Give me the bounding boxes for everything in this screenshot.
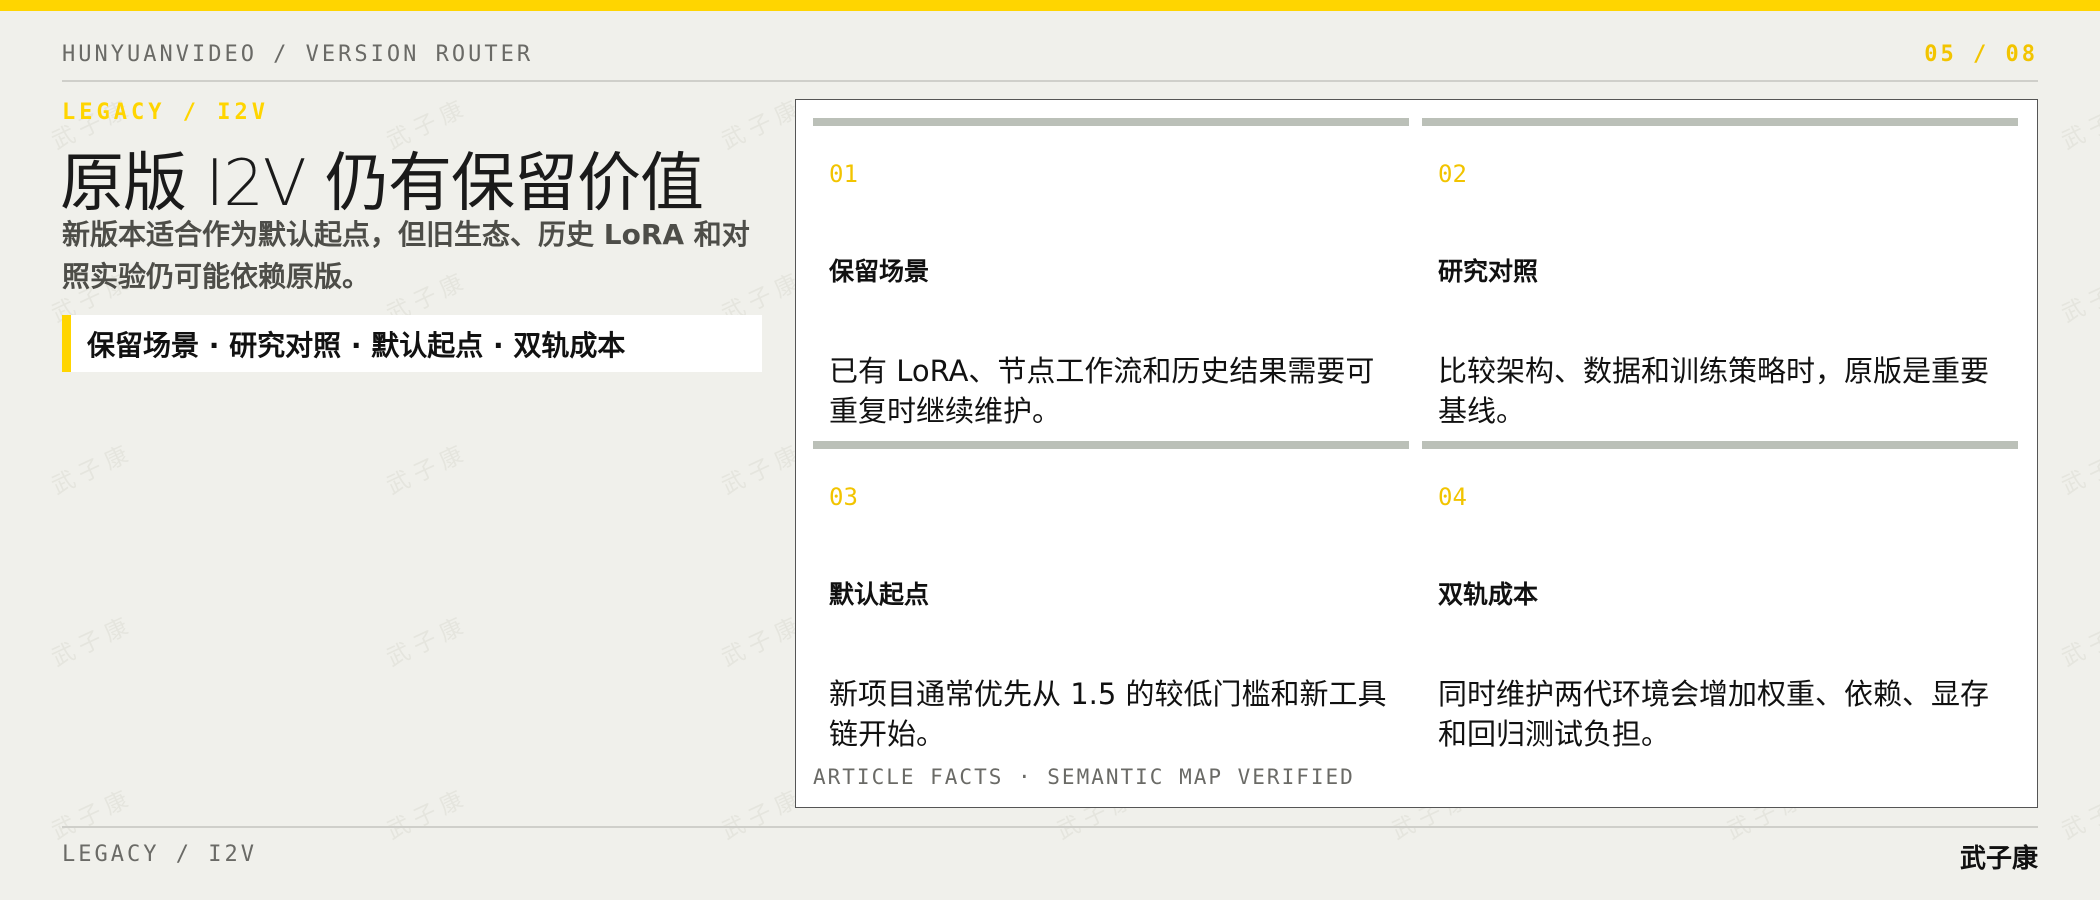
watermark: 武子康 bbox=[382, 784, 473, 845]
panel-footer-note: ARTICLE FACTS · SEMANTIC MAP VERIFIED bbox=[813, 765, 1355, 789]
footer-label: LEGACY / I2V bbox=[62, 842, 257, 867]
keyword-summary: 保留场景 · 研究对照 · 默认起点 · 双轨成本 bbox=[62, 315, 762, 372]
card-number: 02 bbox=[1438, 160, 1467, 188]
card-bar bbox=[813, 118, 1409, 126]
card-1: 01 保留场景 已有 LoRA、节点工作流和历史结果需要可重复时继续维护。 bbox=[813, 118, 1409, 438]
card-title: 保留场景 bbox=[829, 257, 930, 286]
subtitle: 新版本适合作为默认起点，但旧生态、历史 LoRA 和对照实验仍可能依赖原版。 bbox=[62, 218, 750, 293]
accent-top-bar bbox=[0, 0, 2100, 11]
card-panel: 01 保留场景 已有 LoRA、节点工作流和历史结果需要可重复时继续维护。 02… bbox=[795, 99, 2038, 808]
watermark: 武子康 bbox=[47, 611, 138, 672]
watermark: 武子康 bbox=[2057, 439, 2100, 500]
card-number: 01 bbox=[829, 160, 858, 188]
header-divider bbox=[62, 80, 2038, 82]
card-3: 03 默认起点 新项目通常优先从 1.5 的较低门槛和新工具链开始。 bbox=[813, 441, 1409, 761]
watermark: 武子康 bbox=[47, 439, 138, 500]
breadcrumb: HUNYUANVIDEO / VERSION ROUTER bbox=[62, 42, 534, 67]
card-bar bbox=[813, 441, 1409, 449]
watermark: 武子康 bbox=[47, 784, 138, 845]
watermark: 武子康 bbox=[382, 611, 473, 672]
watermark: 武子康 bbox=[382, 439, 473, 500]
card-description: 比较架构、数据和训练策略时，原版是重要基线。 bbox=[1438, 354, 1990, 428]
card-number: 03 bbox=[829, 483, 858, 511]
card-description: 新项目通常优先从 1.5 的较低门槛和新工具链开始。 bbox=[829, 677, 1387, 751]
card-title: 双轨成本 bbox=[1438, 580, 1539, 609]
card-2: 02 研究对照 比较架构、数据和训练策略时，原版是重要基线。 bbox=[1422, 118, 2018, 438]
card-bar bbox=[1422, 118, 2018, 126]
card-description: 同时维护两代环境会增加权重、依赖、显存和回归测试负担。 bbox=[1438, 677, 1990, 751]
card-description: 已有 LoRA、节点工作流和历史结果需要可重复时继续维护。 bbox=[829, 354, 1375, 428]
author-name: 武子康 bbox=[1959, 844, 2038, 874]
card-number: 04 bbox=[1438, 483, 1467, 511]
section-label: LEGACY / I2V bbox=[62, 100, 269, 125]
keyword-summary-text: 保留场景 · 研究对照 · 默认起点 · 双轨成本 bbox=[87, 328, 626, 362]
watermark: 武子康 bbox=[2057, 267, 2100, 328]
watermark: 武子康 bbox=[2057, 94, 2100, 155]
footer-divider bbox=[62, 826, 2038, 828]
card-title: 研究对照 bbox=[1438, 257, 1539, 286]
watermark: 武子康 bbox=[2057, 784, 2100, 845]
card-title: 默认起点 bbox=[829, 580, 930, 609]
watermark: 武子康 bbox=[2057, 611, 2100, 672]
card-4: 04 双轨成本 同时维护两代环境会增加权重、依赖、显存和回归测试负担。 bbox=[1422, 441, 2018, 761]
card-bar bbox=[1422, 441, 2018, 449]
page-counter: 05 / 08 bbox=[1924, 42, 2038, 67]
page-title: 原版 I2V 仍有保留价值 bbox=[60, 147, 704, 221]
